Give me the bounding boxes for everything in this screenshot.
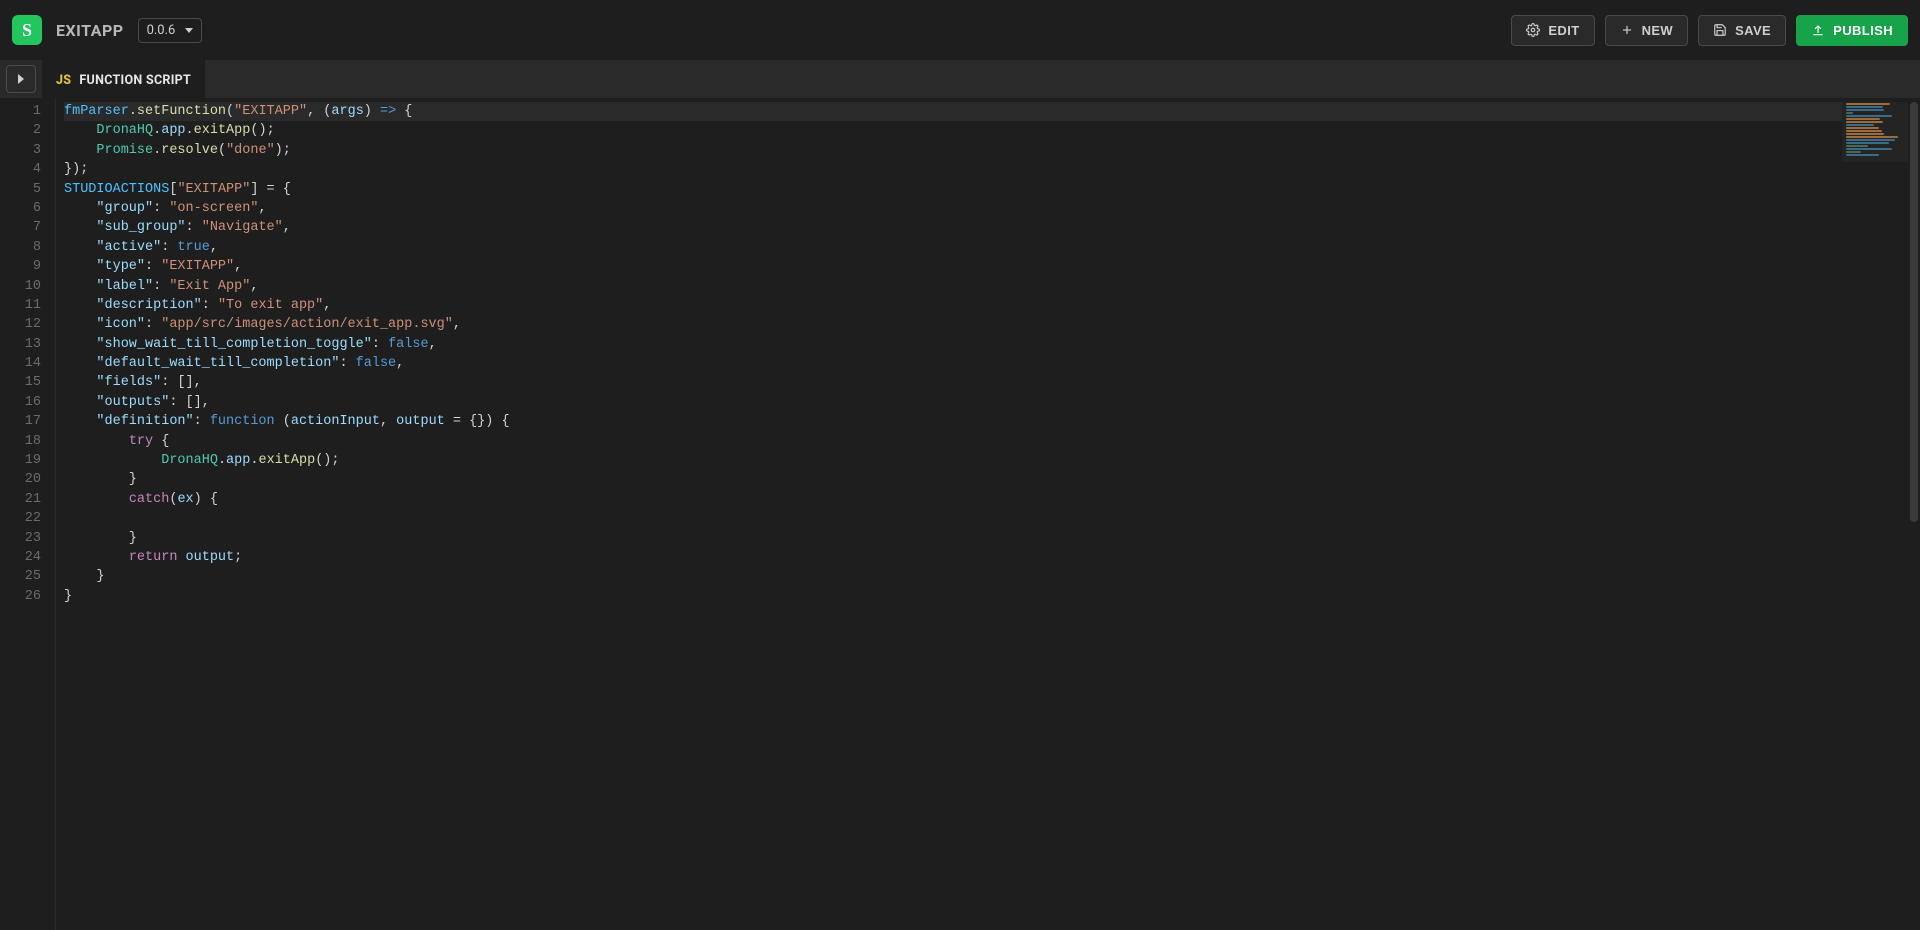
code-line[interactable]: "type": "EXITAPP", [64,257,1920,276]
line-number: 16 [0,393,41,412]
minimap[interactable] [1842,102,1916,162]
new-label: NEW [1642,23,1674,38]
topbar: S EXITAPP 0.0.6 EDIT NEW SAVE [0,0,1920,60]
code-line[interactable]: "show_wait_till_completion_toggle": fals… [64,335,1920,354]
code-line[interactable]: DronaHQ.app.exitApp(); [64,121,1920,140]
code-line[interactable]: "fields": [], [64,373,1920,392]
topbar-left: S EXITAPP 0.0.6 [12,15,202,45]
code-area[interactable]: fmParser.setFunction("EXITAPP", (args) =… [56,98,1920,930]
code-line[interactable]: Promise.resolve("done"); [64,141,1920,160]
line-number: 6 [0,199,41,218]
code-line[interactable] [64,509,1920,528]
line-number: 11 [0,296,41,315]
save-icon [1713,23,1727,37]
code-line[interactable]: catch(ex) { [64,490,1920,509]
code-line[interactable]: } [64,567,1920,586]
topbar-right: EDIT NEW SAVE PUBLISH [1511,15,1908,46]
code-line[interactable]: }); [64,160,1920,179]
line-number: 22 [0,509,41,528]
line-number: 10 [0,277,41,296]
chevron-right-icon [18,74,24,84]
code-line[interactable]: "active": true, [64,238,1920,257]
line-number: 14 [0,354,41,373]
code-line[interactable]: DronaHQ.app.exitApp(); [64,451,1920,470]
line-number: 4 [0,160,41,179]
edit-label: EDIT [1548,23,1579,38]
code-line[interactable]: "label": "Exit App", [64,277,1920,296]
line-number: 1 [0,102,41,121]
app-title: EXITAPP [56,21,124,40]
line-number: 12 [0,315,41,334]
line-number: 15 [0,373,41,392]
tab-label: FUNCTION SCRIPT [79,73,191,88]
js-badge: JS [56,73,71,88]
version-value: 0.0.6 [147,23,176,38]
save-button[interactable]: SAVE [1698,15,1786,46]
code-line[interactable]: "group": "on-screen", [64,199,1920,218]
vertical-scrollbar[interactable] [1908,98,1920,930]
gear-icon [1526,23,1540,37]
version-select[interactable]: 0.0.6 [138,18,203,43]
new-button[interactable]: NEW [1605,15,1689,46]
line-number: 21 [0,490,41,509]
line-number: 2 [0,121,41,140]
code-line[interactable]: } [64,587,1920,606]
line-gutter: 1234567891011121314151617181920212223242… [0,98,56,930]
line-number: 23 [0,529,41,548]
code-line[interactable]: "description": "To exit app", [64,296,1920,315]
line-number: 5 [0,180,41,199]
line-number: 13 [0,335,41,354]
publish-label: PUBLISH [1833,23,1893,38]
code-line[interactable]: "default_wait_till_completion": false, [64,354,1920,373]
line-number: 18 [0,432,41,451]
tab-function-script[interactable]: JS FUNCTION SCRIPT [42,60,205,98]
tabbar: JS FUNCTION SCRIPT [0,60,1920,98]
scrollbar-thumb[interactable] [1910,102,1918,522]
line-number: 25 [0,567,41,586]
logo[interactable]: S [12,15,42,45]
code-line[interactable]: fmParser.setFunction("EXITAPP", (args) =… [64,102,1920,121]
code-editor[interactable]: 1234567891011121314151617181920212223242… [0,98,1920,930]
code-line[interactable]: "icon": "app/src/images/action/exit_app.… [64,315,1920,334]
line-number: 3 [0,141,41,160]
edit-button[interactable]: EDIT [1511,15,1594,46]
code-line[interactable]: return output; [64,548,1920,567]
line-number: 9 [0,257,41,276]
line-number: 19 [0,451,41,470]
line-number: 20 [0,470,41,489]
code-line[interactable]: try { [64,432,1920,451]
publish-button[interactable]: PUBLISH [1796,15,1908,46]
code-line[interactable]: "sub_group": "Navigate", [64,218,1920,237]
line-number: 8 [0,238,41,257]
line-number: 17 [0,412,41,431]
code-line[interactable]: STUDIOACTIONS["EXITAPP"] = { [64,180,1920,199]
line-number: 26 [0,587,41,606]
sidebar-toggle-button[interactable] [6,65,36,93]
code-line[interactable]: "definition": function (actionInput, out… [64,412,1920,431]
save-label: SAVE [1735,23,1771,38]
publish-icon [1811,23,1825,37]
code-line[interactable]: } [64,470,1920,489]
plus-icon [1620,23,1634,37]
code-line[interactable]: "outputs": [], [64,393,1920,412]
line-number: 7 [0,218,41,237]
line-number: 24 [0,548,41,567]
code-line[interactable]: } [64,529,1920,548]
chevron-down-icon [185,28,193,33]
